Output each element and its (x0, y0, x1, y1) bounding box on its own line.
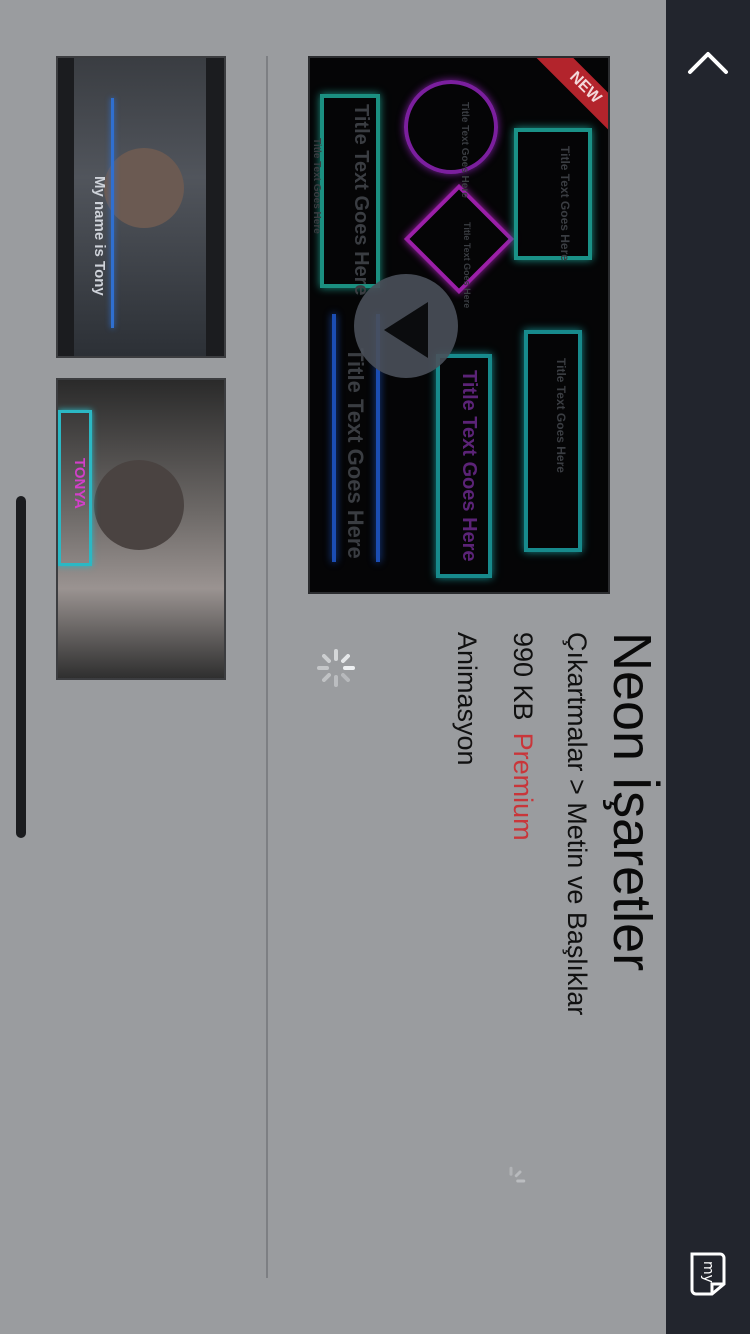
person-photo (94, 460, 184, 550)
side-nav: my (666, 0, 750, 1334)
thumbnail-caption: TONYA (71, 458, 88, 509)
item-size: 990 KB (508, 632, 538, 721)
neon-bar (524, 330, 582, 552)
divider (266, 56, 268, 1278)
loading-spinner-icon (317, 649, 355, 687)
loading-spinner-icon (509, 1166, 526, 1183)
neon-text: Title Text Goes Here (343, 348, 368, 559)
item-title: Neon İşaretler (602, 632, 662, 972)
related-template-thumbnail[interactable]: TONYA (56, 378, 226, 680)
neon-text: Title Text Goes Here (462, 222, 472, 309)
item-category[interactable]: Çıkartmalar > Metin ve Başlıklar (561, 632, 592, 1015)
play-icon (384, 302, 428, 358)
item-size-line: 990 KB Premium (507, 632, 538, 841)
chevron-up-icon[interactable] (686, 42, 730, 82)
neon-text: Title Text Goes Here (459, 102, 470, 198)
related-template-thumbnail[interactable]: My name is Tony (56, 56, 226, 358)
my-icon-text: my (700, 1261, 716, 1283)
neon-hexagon (514, 128, 592, 260)
neon-text: Title Text Goes Here (554, 358, 568, 473)
item-type: Animasyon (452, 632, 482, 766)
neon-line (332, 314, 336, 562)
neon-text: Title Text Goes Here (458, 370, 480, 562)
neon-text: Title Text Goes Here (311, 138, 322, 234)
scrollbar[interactable] (16, 496, 26, 838)
neon-circle (404, 80, 498, 174)
person-photo (104, 148, 184, 228)
template-preview[interactable]: Title Text Goes Here Title Text Goes Her… (308, 56, 610, 594)
play-button[interactable] (354, 274, 458, 378)
rotated-content: Title Text Goes Here Title Text Goes Her… (0, 0, 666, 1334)
neon-text: Title Text Goes Here (558, 146, 572, 261)
thumbnail-caption: My name is Tony (91, 176, 108, 296)
my-icon[interactable]: my (688, 1250, 728, 1298)
neon-text: Title Text Goes Here (350, 104, 372, 296)
premium-label: Premium (508, 732, 538, 841)
